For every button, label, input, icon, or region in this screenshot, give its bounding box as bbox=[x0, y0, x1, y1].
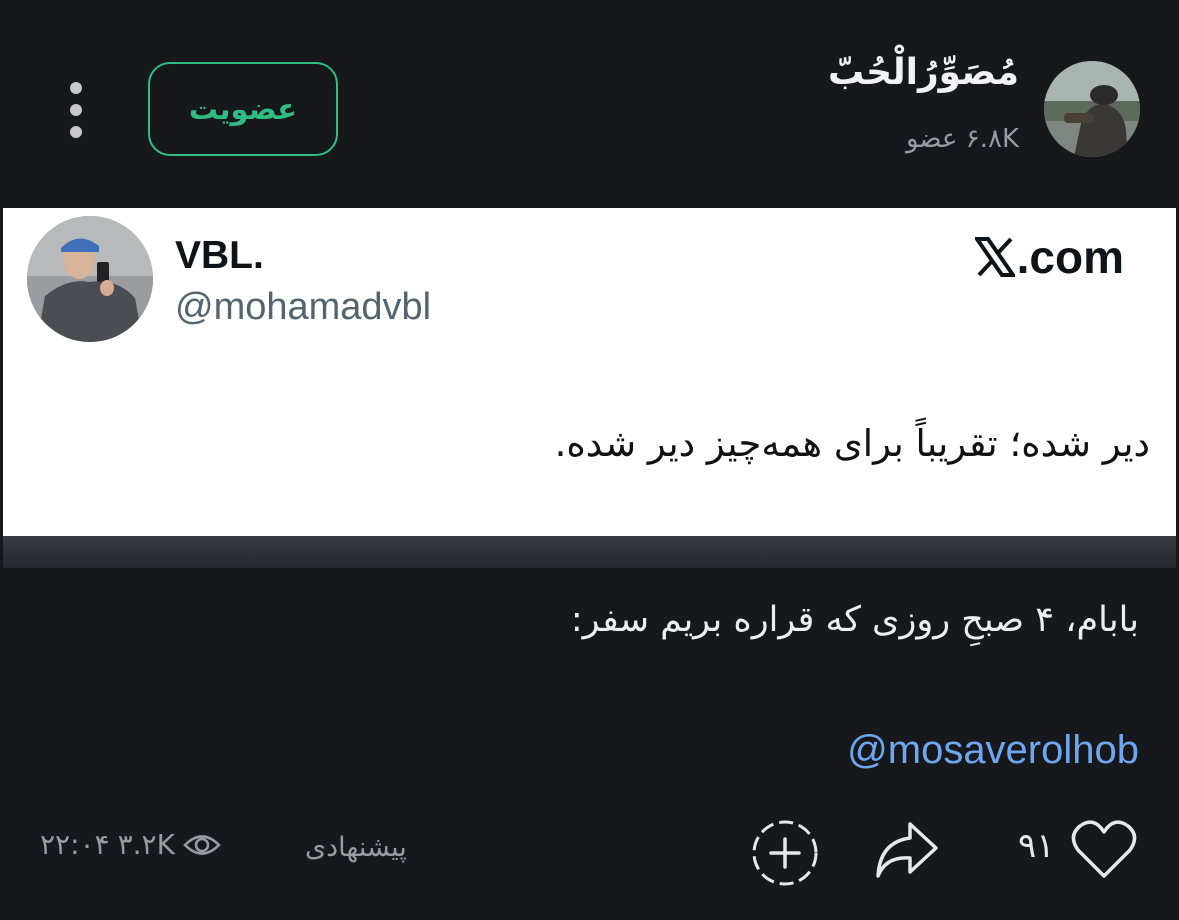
member-count: ۶.۸K عضو bbox=[905, 124, 1019, 154]
channel-header: عضویت مُصَوِّرُالْحُبّ ۶.۸K عضو bbox=[0, 0, 1179, 207]
share-button[interactable] bbox=[872, 818, 940, 886]
heart-icon bbox=[1071, 820, 1137, 878]
tweet-text: دیر شده؛ تقریباً برای همه‌چیز دیر شده. bbox=[554, 422, 1150, 465]
tweet-handle: @mohamadvbl bbox=[175, 286, 432, 328]
post-time: ۲۲:۰۴ bbox=[40, 828, 110, 861]
view-count: ۳.۲K bbox=[117, 828, 175, 861]
x-icon bbox=[974, 237, 1015, 277]
more-dot bbox=[70, 104, 82, 116]
more-vertical-icon bbox=[70, 82, 82, 94]
eye-icon bbox=[183, 834, 221, 855]
more-options-button[interactable] bbox=[60, 82, 92, 138]
tweet-display-name: VBL. bbox=[175, 234, 264, 277]
embedded-tweet-card[interactable]: VBL. @mohamadvbl .com دیر شده؛ تقریباً ب… bbox=[3, 208, 1176, 536]
like-count: ۹۱ bbox=[1018, 826, 1055, 866]
channel-avatar[interactable] bbox=[1044, 61, 1140, 157]
add-reaction-button[interactable] bbox=[750, 818, 820, 892]
x-logo: .com bbox=[974, 230, 1124, 284]
tweet-author-avatar bbox=[27, 216, 153, 342]
add-reaction-icon bbox=[752, 820, 818, 886]
join-button[interactable]: عضویت bbox=[148, 62, 338, 156]
like-button[interactable] bbox=[1070, 818, 1138, 886]
channel-link[interactable]: @mosaverolhob bbox=[847, 728, 1139, 773]
suggested-label: پیشنهادی bbox=[305, 832, 407, 863]
share-icon bbox=[876, 822, 938, 878]
views-meta: ۲۲:۰۴ ۳.۲K bbox=[40, 828, 221, 861]
channel-name[interactable]: مُصَوِّرُالْحُبّ bbox=[828, 52, 1019, 93]
x-source-label: .com bbox=[1016, 231, 1124, 283]
post-text: بابام، ۴ صبحِ روزی که قراره بریم سفر: bbox=[570, 600, 1139, 640]
more-dot bbox=[70, 126, 82, 138]
card-divider bbox=[3, 536, 1176, 568]
